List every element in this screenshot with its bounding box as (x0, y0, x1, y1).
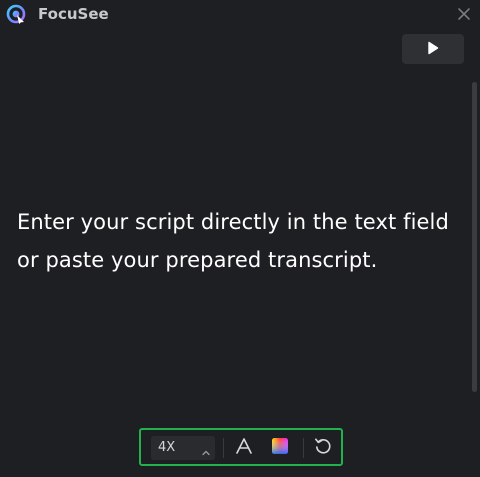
toolbar-divider (223, 438, 224, 458)
reset-icon (313, 436, 333, 460)
speed-select[interactable]: 4X (151, 436, 215, 460)
close-icon[interactable] (454, 4, 474, 24)
script-text-area[interactable]: Enter your script directly in the text f… (17, 203, 457, 279)
focusee-logo-icon (6, 4, 26, 24)
chevron-up-icon (201, 443, 211, 456)
color-picker-icon (271, 437, 289, 459)
teleprompter-window: FocuSee Enter your script directly in th… (0, 0, 480, 477)
scrollbar-thumb[interactable] (472, 82, 477, 392)
scrollbar[interactable] (472, 82, 477, 392)
reset-button[interactable] (312, 437, 334, 459)
font-button[interactable] (233, 437, 255, 459)
app-title: FocuSee (38, 5, 109, 23)
play-icon (427, 40, 439, 59)
color-button[interactable] (269, 437, 291, 459)
font-icon (234, 436, 254, 460)
speed-value: 4X (158, 440, 176, 455)
prompter-toolbar: 4X (139, 428, 343, 466)
titlebar: FocuSee (0, 0, 480, 28)
play-button[interactable] (402, 34, 464, 64)
toolbar-divider (303, 438, 304, 458)
